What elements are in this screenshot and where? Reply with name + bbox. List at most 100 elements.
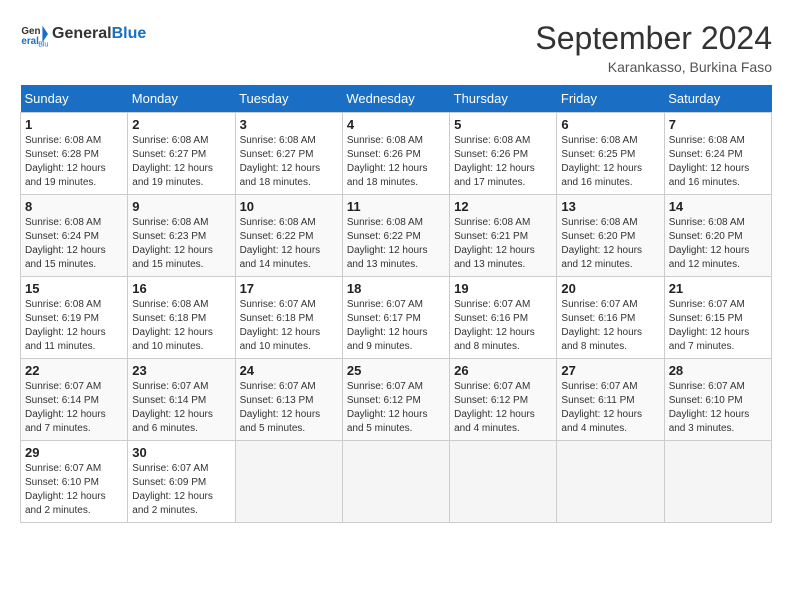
calendar-cell: 26 Sunrise: 6:07 AMSunset: 6:12 PMDaylig… [450, 359, 557, 441]
calendar-cell: 29 Sunrise: 6:07 AMSunset: 6:10 PMDaylig… [21, 441, 128, 523]
page-header: Gen eral Blue GeneralBlue September 2024… [20, 20, 772, 75]
calendar-table: SundayMondayTuesdayWednesdayThursdayFrid… [20, 85, 772, 523]
day-info: Sunrise: 6:08 AMSunset: 6:19 PMDaylight:… [25, 298, 123, 354]
day-number: 11 [347, 199, 445, 214]
calendar-cell: 6 Sunrise: 6:08 AMSunset: 6:25 PMDayligh… [557, 113, 664, 195]
day-number: 15 [25, 281, 123, 296]
day-info: Sunrise: 6:08 AMSunset: 6:28 PMDaylight:… [25, 134, 123, 190]
calendar-cell: 4 Sunrise: 6:08 AMSunset: 6:26 PMDayligh… [342, 113, 449, 195]
day-info: Sunrise: 6:07 AMSunset: 6:16 PMDaylight:… [561, 298, 659, 354]
day-info: Sunrise: 6:07 AMSunset: 6:18 PMDaylight:… [240, 298, 338, 354]
day-number: 24 [240, 363, 338, 378]
day-info: Sunrise: 6:07 AMSunset: 6:15 PMDaylight:… [669, 298, 767, 354]
day-info: Sunrise: 6:07 AMSunset: 6:11 PMDaylight:… [561, 380, 659, 436]
day-number: 28 [669, 363, 767, 378]
day-info: Sunrise: 6:08 AMSunset: 6:26 PMDaylight:… [454, 134, 552, 190]
day-number: 13 [561, 199, 659, 214]
day-number: 12 [454, 199, 552, 214]
calendar-cell: 3 Sunrise: 6:08 AMSunset: 6:27 PMDayligh… [235, 113, 342, 195]
day-info: Sunrise: 6:07 AMSunset: 6:17 PMDaylight:… [347, 298, 445, 354]
day-number: 20 [561, 281, 659, 296]
svg-text:eral: eral [21, 36, 39, 47]
day-info: Sunrise: 6:07 AMSunset: 6:16 PMDaylight:… [454, 298, 552, 354]
weekday-header-tuesday: Tuesday [235, 85, 342, 113]
calendar-cell: 23 Sunrise: 6:07 AMSunset: 6:14 PMDaylig… [128, 359, 235, 441]
day-number: 22 [25, 363, 123, 378]
weekday-header-row: SundayMondayTuesdayWednesdayThursdayFrid… [21, 85, 772, 113]
day-info: Sunrise: 6:07 AMSunset: 6:14 PMDaylight:… [25, 380, 123, 436]
logo-icon: Gen eral Blue [20, 20, 48, 48]
day-info: Sunrise: 6:07 AMSunset: 6:10 PMDaylight:… [669, 380, 767, 436]
day-number: 27 [561, 363, 659, 378]
day-number: 14 [669, 199, 767, 214]
calendar-week-row: 15 Sunrise: 6:08 AMSunset: 6:19 PMDaylig… [21, 277, 772, 359]
day-number: 26 [454, 363, 552, 378]
day-number: 4 [347, 117, 445, 132]
calendar-cell: 21 Sunrise: 6:07 AMSunset: 6:15 PMDaylig… [664, 277, 771, 359]
day-info: Sunrise: 6:08 AMSunset: 6:21 PMDaylight:… [454, 216, 552, 272]
logo: Gen eral Blue GeneralBlue [20, 20, 146, 48]
day-info: Sunrise: 6:07 AMSunset: 6:09 PMDaylight:… [132, 462, 230, 518]
day-info: Sunrise: 6:08 AMSunset: 6:18 PMDaylight:… [132, 298, 230, 354]
day-number: 18 [347, 281, 445, 296]
day-number: 25 [347, 363, 445, 378]
calendar-cell: 10 Sunrise: 6:08 AMSunset: 6:22 PMDaylig… [235, 195, 342, 277]
calendar-cell: 30 Sunrise: 6:07 AMSunset: 6:09 PMDaylig… [128, 441, 235, 523]
day-number: 3 [240, 117, 338, 132]
calendar-week-row: 1 Sunrise: 6:08 AMSunset: 6:28 PMDayligh… [21, 113, 772, 195]
weekday-header-wednesday: Wednesday [342, 85, 449, 113]
day-info: Sunrise: 6:08 AMSunset: 6:27 PMDaylight:… [240, 134, 338, 190]
day-number: 30 [132, 445, 230, 460]
day-info: Sunrise: 6:08 AMSunset: 6:22 PMDaylight:… [347, 216, 445, 272]
day-number: 9 [132, 199, 230, 214]
calendar-cell: 18 Sunrise: 6:07 AMSunset: 6:17 PMDaylig… [342, 277, 449, 359]
day-number: 5 [454, 117, 552, 132]
calendar-cell: 17 Sunrise: 6:07 AMSunset: 6:18 PMDaylig… [235, 277, 342, 359]
svg-text:Blue: Blue [38, 42, 48, 48]
day-number: 19 [454, 281, 552, 296]
day-number: 23 [132, 363, 230, 378]
month-year: September 2024 [535, 20, 772, 57]
logo-text: GeneralBlue [52, 25, 146, 43]
day-info: Sunrise: 6:07 AMSunset: 6:14 PMDaylight:… [132, 380, 230, 436]
day-number: 6 [561, 117, 659, 132]
day-info: Sunrise: 6:08 AMSunset: 6:24 PMDaylight:… [669, 134, 767, 190]
title-block: September 2024 Karankasso, Burkina Faso [535, 20, 772, 75]
day-info: Sunrise: 6:08 AMSunset: 6:25 PMDaylight:… [561, 134, 659, 190]
calendar-cell: 14 Sunrise: 6:08 AMSunset: 6:20 PMDaylig… [664, 195, 771, 277]
day-number: 1 [25, 117, 123, 132]
day-info: Sunrise: 6:08 AMSunset: 6:23 PMDaylight:… [132, 216, 230, 272]
calendar-week-row: 22 Sunrise: 6:07 AMSunset: 6:14 PMDaylig… [21, 359, 772, 441]
weekday-header-monday: Monday [128, 85, 235, 113]
day-info: Sunrise: 6:08 AMSunset: 6:24 PMDaylight:… [25, 216, 123, 272]
weekday-header-sunday: Sunday [21, 85, 128, 113]
day-info: Sunrise: 6:08 AMSunset: 6:20 PMDaylight:… [561, 216, 659, 272]
day-number: 29 [25, 445, 123, 460]
calendar-cell: 7 Sunrise: 6:08 AMSunset: 6:24 PMDayligh… [664, 113, 771, 195]
calendar-cell: 16 Sunrise: 6:08 AMSunset: 6:18 PMDaylig… [128, 277, 235, 359]
calendar-cell [342, 441, 449, 523]
day-info: Sunrise: 6:07 AMSunset: 6:12 PMDaylight:… [454, 380, 552, 436]
weekday-header-friday: Friday [557, 85, 664, 113]
calendar-cell [664, 441, 771, 523]
calendar-cell: 24 Sunrise: 6:07 AMSunset: 6:13 PMDaylig… [235, 359, 342, 441]
day-number: 16 [132, 281, 230, 296]
day-info: Sunrise: 6:08 AMSunset: 6:26 PMDaylight:… [347, 134, 445, 190]
location: Karankasso, Burkina Faso [535, 59, 772, 75]
weekday-header-thursday: Thursday [450, 85, 557, 113]
calendar-cell: 22 Sunrise: 6:07 AMSunset: 6:14 PMDaylig… [21, 359, 128, 441]
day-number: 17 [240, 281, 338, 296]
calendar-cell: 28 Sunrise: 6:07 AMSunset: 6:10 PMDaylig… [664, 359, 771, 441]
calendar-cell: 25 Sunrise: 6:07 AMSunset: 6:12 PMDaylig… [342, 359, 449, 441]
day-info: Sunrise: 6:08 AMSunset: 6:27 PMDaylight:… [132, 134, 230, 190]
weekday-header-saturday: Saturday [664, 85, 771, 113]
calendar-cell: 8 Sunrise: 6:08 AMSunset: 6:24 PMDayligh… [21, 195, 128, 277]
calendar-cell [235, 441, 342, 523]
day-info: Sunrise: 6:08 AMSunset: 6:20 PMDaylight:… [669, 216, 767, 272]
calendar-cell: 11 Sunrise: 6:08 AMSunset: 6:22 PMDaylig… [342, 195, 449, 277]
calendar-cell [450, 441, 557, 523]
calendar-cell: 9 Sunrise: 6:08 AMSunset: 6:23 PMDayligh… [128, 195, 235, 277]
calendar-cell [557, 441, 664, 523]
day-number: 8 [25, 199, 123, 214]
day-number: 7 [669, 117, 767, 132]
